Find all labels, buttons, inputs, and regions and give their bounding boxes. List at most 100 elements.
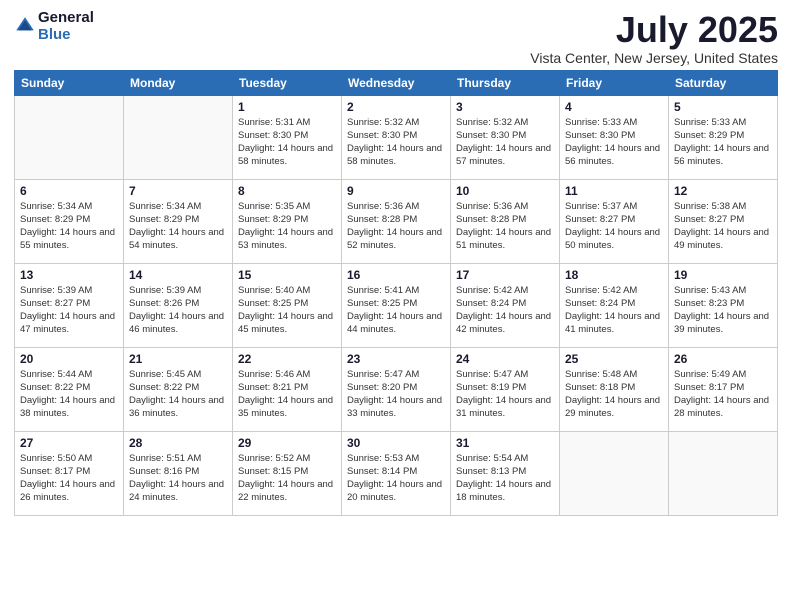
- calendar-week-row: 1Sunrise: 5:31 AM Sunset: 8:30 PM Daylig…: [15, 95, 778, 179]
- calendar-week-row: 13 Sunrise: 5:39 AM Sunset: 8:27 PM Dayli…: [15, 263, 778, 347]
- logo-general: General: [38, 10, 94, 27]
- calendar-cell: 16 Sunrise: 5:41 AM Sunset: 8:25 PM Dayli…: [342, 263, 451, 347]
- day-info: Sunrise: 5:32 AM Sunset: 8:30 PM Dayligh…: [456, 116, 554, 169]
- calendar-cell: 6 Sunrise: 5:34 AM Sunset: 8:29 PM Daylig…: [15, 179, 124, 263]
- day-number: 14: [129, 268, 227, 282]
- calendar-header-row: SundayMondayTuesdayWednesdayThursdayFrid…: [15, 70, 778, 95]
- day-number: 22: [238, 352, 336, 366]
- calendar-cell: 13 Sunrise: 5:39 AM Sunset: 8:27 PM Dayli…: [15, 263, 124, 347]
- day-number: 13: [20, 268, 118, 282]
- day-info: Sunrise: 5:32 AM Sunset: 8:30 PM Dayligh…: [347, 116, 445, 169]
- calendar-cell: 18 Sunrise: 5:42 AM Sunset: 8:24 PM Dayli…: [560, 263, 669, 347]
- day-number: 6: [20, 184, 118, 198]
- calendar-week-row: 20Sunrise: 5:44 AM Sunset: 8:22 PM Dayli…: [15, 347, 778, 431]
- day-info: Sunrise: 5:40 AM Sunset: 8:25 PM Dayligh…: [238, 284, 336, 337]
- day-info: Sunrise: 5:33 AM Sunset: 8:29 PM Dayligh…: [674, 116, 772, 169]
- logo: General Blue: [14, 10, 94, 43]
- calendar-cell: 5 Sunrise: 5:33 AM Sunset: 8:29 PM Daylig…: [669, 95, 778, 179]
- weekday-header: Thursday: [451, 70, 560, 95]
- calendar-cell: 22 Sunrise: 5:46 AM Sunset: 8:21 PM Dayli…: [233, 347, 342, 431]
- day-number: 5: [674, 100, 772, 114]
- day-info: Sunrise: 5:34 AM Sunset: 8:29 PM Dayligh…: [129, 200, 227, 253]
- calendar-cell: 10 Sunrise: 5:36 AM Sunset: 8:28 PM Dayli…: [451, 179, 560, 263]
- calendar-cell: 29 Sunrise: 5:52 AM Sunset: 8:15 PM Dayli…: [233, 431, 342, 515]
- day-number: 2: [347, 100, 445, 114]
- day-number: 20: [20, 352, 118, 366]
- day-info: Sunrise: 5:50 AM Sunset: 8:17 PM Dayligh…: [20, 452, 118, 505]
- calendar-cell: 28 Sunrise: 5:51 AM Sunset: 8:16 PM Dayli…: [124, 431, 233, 515]
- day-number: 10: [456, 184, 554, 198]
- day-number: 21: [129, 352, 227, 366]
- weekday-header: Tuesday: [233, 70, 342, 95]
- logo-blue: Blue: [38, 27, 94, 44]
- day-number: 27: [20, 436, 118, 450]
- day-number: 19: [674, 268, 772, 282]
- day-number: 15: [238, 268, 336, 282]
- calendar-cell: 9 Sunrise: 5:36 AM Sunset: 8:28 PM Daylig…: [342, 179, 451, 263]
- calendar-cell: 26 Sunrise: 5:49 AM Sunset: 8:17 PM Dayli…: [669, 347, 778, 431]
- weekday-header: Wednesday: [342, 70, 451, 95]
- calendar-cell: 12Sunrise: 5:38 AM Sunset: 8:27 PM Dayli…: [669, 179, 778, 263]
- day-number: 25: [565, 352, 663, 366]
- calendar-cell: [124, 95, 233, 179]
- day-info: Sunrise: 5:47 AM Sunset: 8:19 PM Dayligh…: [456, 368, 554, 421]
- day-info: Sunrise: 5:42 AM Sunset: 8:24 PM Dayligh…: [565, 284, 663, 337]
- day-info: Sunrise: 5:52 AM Sunset: 8:15 PM Dayligh…: [238, 452, 336, 505]
- day-number: 4: [565, 100, 663, 114]
- day-info: Sunrise: 5:36 AM Sunset: 8:28 PM Dayligh…: [347, 200, 445, 253]
- day-info: Sunrise: 5:47 AM Sunset: 8:20 PM Dayligh…: [347, 368, 445, 421]
- day-info: Sunrise: 5:48 AM Sunset: 8:18 PM Dayligh…: [565, 368, 663, 421]
- day-info: Sunrise: 5:45 AM Sunset: 8:22 PM Dayligh…: [129, 368, 227, 421]
- calendar-cell: 17 Sunrise: 5:42 AM Sunset: 8:24 PM Dayli…: [451, 263, 560, 347]
- day-info: Sunrise: 5:41 AM Sunset: 8:25 PM Dayligh…: [347, 284, 445, 337]
- day-number: 9: [347, 184, 445, 198]
- calendar-cell: 3Sunrise: 5:32 AM Sunset: 8:30 PM Daylig…: [451, 95, 560, 179]
- calendar-cell: 7 Sunrise: 5:34 AM Sunset: 8:29 PM Daylig…: [124, 179, 233, 263]
- day-number: 11: [565, 184, 663, 198]
- day-info: Sunrise: 5:36 AM Sunset: 8:28 PM Dayligh…: [456, 200, 554, 253]
- day-info: Sunrise: 5:42 AM Sunset: 8:24 PM Dayligh…: [456, 284, 554, 337]
- calendar-cell: 4 Sunrise: 5:33 AM Sunset: 8:30 PM Daylig…: [560, 95, 669, 179]
- location: Vista Center, New Jersey, United States: [530, 50, 778, 66]
- day-info: Sunrise: 5:46 AM Sunset: 8:21 PM Dayligh…: [238, 368, 336, 421]
- day-number: 16: [347, 268, 445, 282]
- day-number: 1: [238, 100, 336, 114]
- day-info: Sunrise: 5:33 AM Sunset: 8:30 PM Dayligh…: [565, 116, 663, 169]
- title-block: July 2025 Vista Center, New Jersey, Unit…: [530, 10, 778, 66]
- day-info: Sunrise: 5:35 AM Sunset: 8:29 PM Dayligh…: [238, 200, 336, 253]
- calendar-cell: 24Sunrise: 5:47 AM Sunset: 8:19 PM Dayli…: [451, 347, 560, 431]
- calendar-week-row: 6 Sunrise: 5:34 AM Sunset: 8:29 PM Daylig…: [15, 179, 778, 263]
- calendar-cell: 20Sunrise: 5:44 AM Sunset: 8:22 PM Dayli…: [15, 347, 124, 431]
- day-number: 8: [238, 184, 336, 198]
- weekday-header: Monday: [124, 70, 233, 95]
- calendar-cell: 14Sunrise: 5:39 AM Sunset: 8:26 PM Dayli…: [124, 263, 233, 347]
- day-info: Sunrise: 5:34 AM Sunset: 8:29 PM Dayligh…: [20, 200, 118, 253]
- day-info: Sunrise: 5:37 AM Sunset: 8:27 PM Dayligh…: [565, 200, 663, 253]
- calendar-cell: 8 Sunrise: 5:35 AM Sunset: 8:29 PM Daylig…: [233, 179, 342, 263]
- day-number: 29: [238, 436, 336, 450]
- day-number: 26: [674, 352, 772, 366]
- weekday-header: Sunday: [15, 70, 124, 95]
- day-info: Sunrise: 5:39 AM Sunset: 8:27 PM Dayligh…: [20, 284, 118, 337]
- day-number: 7: [129, 184, 227, 198]
- calendar-cell: 15 Sunrise: 5:40 AM Sunset: 8:25 PM Dayli…: [233, 263, 342, 347]
- calendar-cell: [560, 431, 669, 515]
- header: General Blue July 2025 Vista Center, New…: [14, 10, 778, 66]
- page: General Blue July 2025 Vista Center, New…: [0, 0, 792, 524]
- calendar-cell: [669, 431, 778, 515]
- day-number: 30: [347, 436, 445, 450]
- day-info: Sunrise: 5:54 AM Sunset: 8:13 PM Dayligh…: [456, 452, 554, 505]
- day-info: Sunrise: 5:53 AM Sunset: 8:14 PM Dayligh…: [347, 452, 445, 505]
- calendar-cell: 25 Sunrise: 5:48 AM Sunset: 8:18 PM Dayli…: [560, 347, 669, 431]
- day-number: 28: [129, 436, 227, 450]
- day-number: 31: [456, 436, 554, 450]
- day-info: Sunrise: 5:51 AM Sunset: 8:16 PM Dayligh…: [129, 452, 227, 505]
- day-number: 17: [456, 268, 554, 282]
- day-number: 23: [347, 352, 445, 366]
- day-info: Sunrise: 5:43 AM Sunset: 8:23 PM Dayligh…: [674, 284, 772, 337]
- day-number: 18: [565, 268, 663, 282]
- weekday-header: Friday: [560, 70, 669, 95]
- day-info: Sunrise: 5:49 AM Sunset: 8:17 PM Dayligh…: [674, 368, 772, 421]
- calendar-cell: 30 Sunrise: 5:53 AM Sunset: 8:14 PM Dayli…: [342, 431, 451, 515]
- calendar-cell: 21 Sunrise: 5:45 AM Sunset: 8:22 PM Dayli…: [124, 347, 233, 431]
